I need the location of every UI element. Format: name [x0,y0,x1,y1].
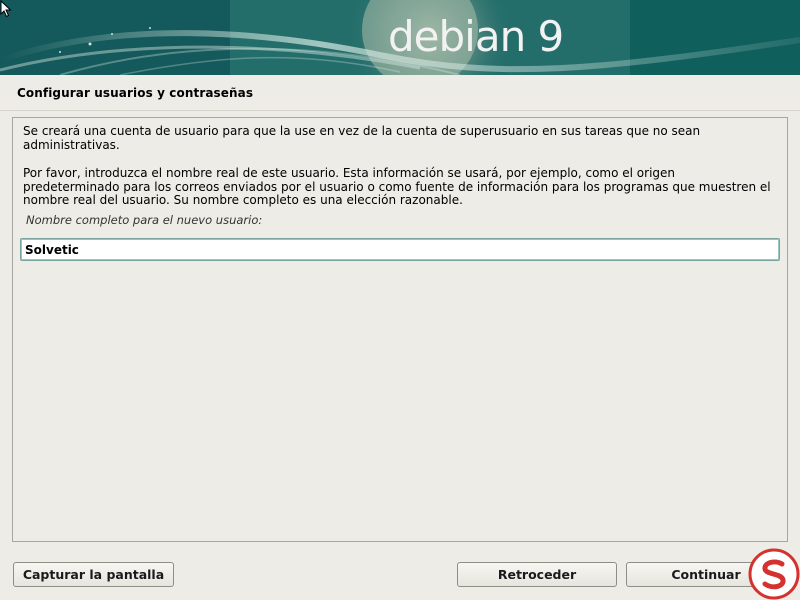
full-name-input[interactable] [20,238,780,261]
description-paragraph-2: Por favor, introduzca el nombre real de … [23,166,771,207]
mouse-pointer-icon [0,0,12,18]
full-name-label: Nombre completo para el nuevo usuario: [26,213,263,227]
header-banner: debian 9 [0,0,800,75]
solvetic-logo-icon [748,548,800,600]
content-panel: Se creará una cuenta de usuario para que… [12,117,788,542]
page-title: Configurar usuarios y contraseñas [17,86,254,100]
debian-logo-text: debian 9 [388,12,564,61]
title-divider [0,110,800,111]
screenshot-button[interactable]: Capturar la pantalla [13,562,174,587]
description-paragraph-1: Se creará una cuenta de usuario para que… [23,124,701,152]
back-button[interactable]: Retroceder [457,562,617,587]
